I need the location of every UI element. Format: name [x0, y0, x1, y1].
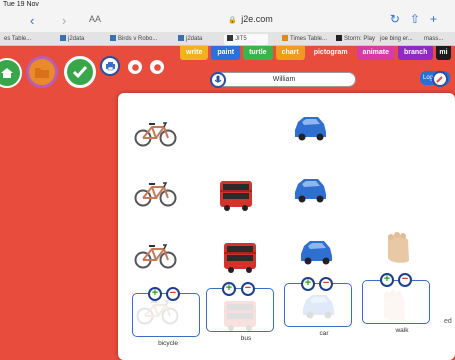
microphone-icon [214, 75, 222, 83]
reload-icon[interactable]: ↻ [390, 12, 410, 26]
corner-label: ed [444, 318, 452, 325]
pen-icon [436, 76, 443, 83]
column-label-bicycle: bicycle [158, 340, 178, 347]
tab-favicon-icon [336, 35, 342, 41]
menu-paint[interactable]: paint [211, 46, 241, 60]
lock-icon: 🔒 [228, 17, 237, 24]
home-icon [1, 68, 13, 78]
car-remove-button[interactable]: − [319, 277, 333, 291]
settings-button[interactable] [432, 71, 448, 87]
folder-icon [35, 68, 49, 78]
browser-tab[interactable]: j2data [60, 34, 102, 45]
url-text: j2e.com [241, 14, 273, 24]
walk-add-button[interactable]: + [380, 273, 394, 287]
redo-icon [153, 63, 161, 71]
share-icon[interactable]: ⇧ [410, 12, 430, 26]
tab-label: j2data [186, 36, 203, 42]
microphone-button[interactable] [210, 72, 226, 88]
tab-label: joe bing er... [380, 36, 413, 42]
tab-favicon-icon [282, 35, 288, 41]
column-bicycle[interactable] [132, 293, 200, 337]
walk-remove-button[interactable]: − [398, 273, 412, 287]
menu-pictogram[interactable]: pictogram [307, 46, 354, 60]
tab-favicon-icon [178, 35, 184, 41]
column-walk[interactable] [362, 280, 430, 324]
browser-tab[interactable]: Storm: Play [336, 34, 376, 45]
bus-icon [224, 243, 256, 273]
checkmark-icon [72, 66, 88, 79]
print-button[interactable] [100, 56, 120, 76]
menu-turtle[interactable]: turtle [243, 46, 273, 60]
car-icon [295, 179, 326, 203]
author-name: William [272, 76, 296, 83]
tab-label: es Table... [4, 36, 32, 42]
status-time: Tue 19 Nov [3, 1, 39, 8]
browser-url-row: ‹ › AA 🔒 j2e.com ↻⇧+ [0, 10, 455, 32]
bus-icon [220, 181, 252, 211]
footprint-icon [388, 232, 409, 263]
tab-label: mass... [424, 36, 444, 42]
reader-aa-button[interactable]: AA [89, 14, 101, 24]
app-window: Tue 19 Nov ‹ › AA 🔒 j2e.com ↻⇧+ es Table… [0, 0, 455, 360]
car-icon [295, 117, 326, 141]
printer-icon [105, 62, 115, 71]
save-button[interactable] [64, 56, 96, 88]
tab-label: Birds v Robo... [118, 36, 158, 42]
open-button[interactable] [26, 56, 58, 88]
tab-favicon-icon [60, 35, 66, 41]
redo-button[interactable] [148, 58, 166, 76]
tab-favicon-icon [227, 35, 233, 41]
back-icon[interactable]: ‹ [30, 13, 34, 28]
car-add-button[interactable]: + [301, 277, 315, 291]
browser-tab[interactable]: Birds v Robo... [110, 34, 168, 45]
browser-tab-active[interactable]: JIT5 [224, 34, 268, 45]
menu-branch[interactable]: branch [398, 46, 434, 60]
tab-label: j2data [68, 36, 85, 42]
menu-write[interactable]: write [180, 46, 209, 60]
browser-tab[interactable]: joe bing er... [380, 34, 420, 45]
tab-label: Storm: Play [344, 36, 376, 42]
url-field[interactable]: 🔒 j2e.com [228, 14, 273, 24]
tab-label: Times Table... [290, 36, 328, 42]
tab-label: JIT5 [235, 36, 247, 42]
column-label-walk: walk [395, 327, 409, 334]
author-name-field[interactable]: William [212, 72, 356, 87]
undo-button[interactable] [126, 58, 144, 76]
tab-favicon-icon [110, 35, 116, 41]
status-bar: Tue 19 Nov [0, 0, 455, 10]
bicycle-icon [134, 122, 177, 147]
home-button[interactable] [0, 58, 22, 88]
undo-icon [131, 63, 139, 71]
bicycle-add-button[interactable]: + [148, 287, 162, 301]
bicycle-icon [134, 244, 177, 269]
menu-animate[interactable]: animate [356, 46, 396, 60]
column-label-car: car [319, 330, 329, 337]
browser-tab[interactable]: Times Table... [282, 34, 334, 45]
bus-add-button[interactable]: + [222, 282, 236, 296]
forward-icon[interactable]: › [62, 13, 66, 28]
browser-tab[interactable]: j2data [178, 34, 216, 45]
bicycle-remove-button[interactable]: − [166, 287, 180, 301]
new-tab-icon[interactable]: + [430, 12, 447, 26]
menu-chart[interactable]: chart [275, 46, 305, 60]
browser-actions: ↻⇧+ [390, 12, 447, 26]
menu-more[interactable]: mi [436, 46, 451, 60]
column-car[interactable] [284, 283, 352, 327]
bus-remove-button[interactable]: − [241, 282, 255, 296]
j2e-menu-bar: write paint turtle chart pictogram anima… [180, 46, 451, 60]
car-icon [301, 241, 332, 265]
browser-tab[interactable]: es Table... [4, 34, 56, 45]
column-bus[interactable] [206, 288, 274, 332]
bicycle-icon [134, 182, 177, 207]
browser-tab-bar: es Table... j2data Birds v Robo... j2dat… [0, 32, 455, 46]
browser-tab[interactable]: mass... [424, 34, 454, 45]
column-label-bus: bus [240, 335, 252, 342]
